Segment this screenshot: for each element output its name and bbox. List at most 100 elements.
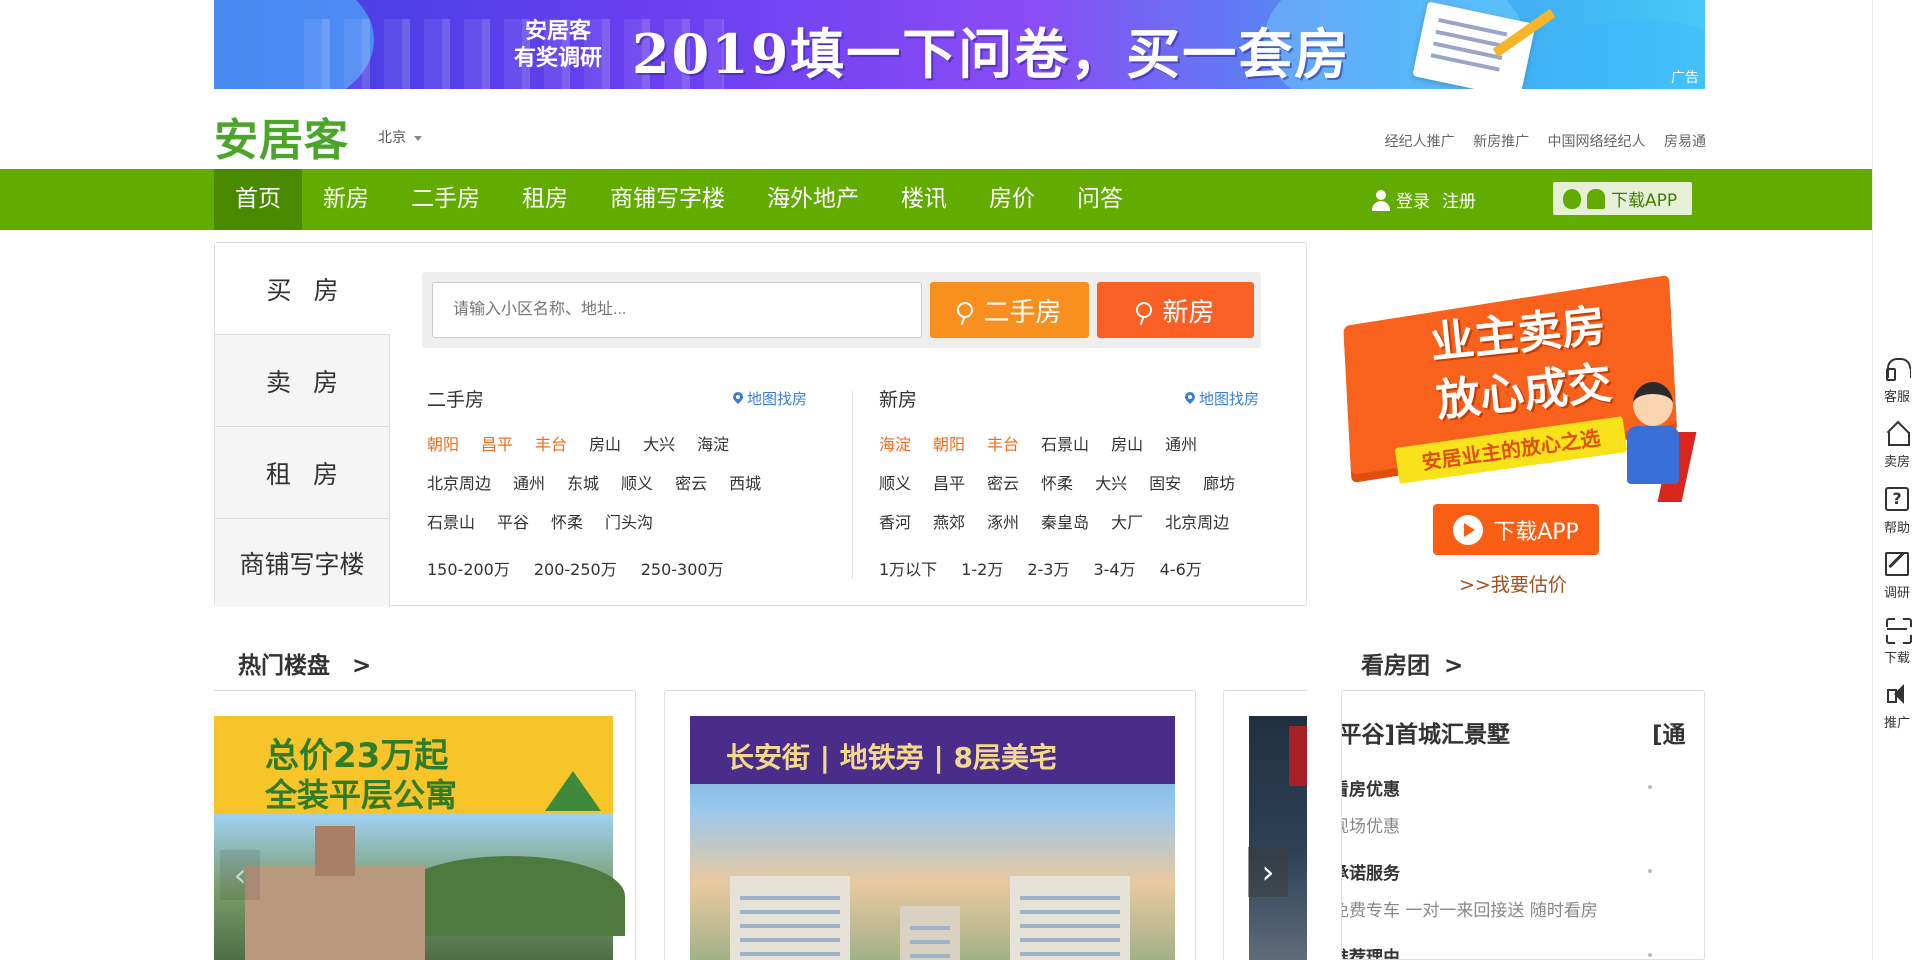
district-link[interactable]: 顺义	[621, 470, 653, 494]
owner-sell-promo[interactable]: 业主卖房 放心成交 安居业主的放心之选	[1341, 274, 1701, 530]
search-second-hand-button[interactable]: 二手房	[930, 282, 1089, 338]
nav-overseas[interactable]: 海外地产	[746, 169, 880, 230]
district-link[interactable]: 房山	[1111, 431, 1143, 455]
sidebar-item-service[interactable]: 客服	[1873, 356, 1920, 420]
viewing-group-card[interactable]: [平谷]首城汇景墅 [通 看房优惠 现场优惠 承诺服务 免费专车 一对一来回接送…	[1341, 690, 1705, 960]
district-link[interactable]: 固安	[1149, 470, 1181, 494]
nav-new-house[interactable]: 新房	[302, 169, 390, 230]
floating-sidebar: 客服 卖房 ? 帮助 调研 下载 推广	[1872, 0, 1920, 960]
listing-card[interactable]	[1223, 690, 1307, 960]
download-app-button[interactable]: 下载APP	[1553, 182, 1692, 215]
sidebar-item-promote[interactable]: 推广	[1873, 682, 1920, 746]
district-link[interactable]: 秦皇岛	[1041, 509, 1089, 533]
search-new-house-button[interactable]: 新房	[1097, 282, 1254, 338]
carousel-next-button[interactable]: ›	[1248, 847, 1288, 897]
nav-commercial[interactable]: 商铺写字楼	[589, 169, 746, 230]
top-link-online-agent[interactable]: 中国网络经纪人	[1548, 134, 1646, 150]
sidebar-item-help[interactable]: ? 帮助	[1873, 487, 1920, 551]
promo-download-app-button[interactable]: 下载APP	[1433, 504, 1599, 555]
district-link[interactable]: 香河	[879, 509, 911, 533]
nav-rent[interactable]: 租房	[501, 169, 589, 230]
price-range-link[interactable]: 150-200万	[427, 556, 510, 580]
estimate-price-link[interactable]: >>我要估价	[1459, 570, 1567, 597]
district-link[interactable]: 顺义	[879, 470, 911, 494]
top-link-agent-promo[interactable]: 经纪人推广	[1385, 134, 1455, 150]
sidebar-item-label: 客服	[1883, 390, 1910, 405]
district-link[interactable]: 门头沟	[605, 509, 653, 533]
hot-listings-heading[interactable]: 热门楼盘 >	[238, 646, 371, 680]
district-link[interactable]: 朝阳	[427, 431, 459, 455]
new-house-map-link[interactable]: 地图找房	[1185, 388, 1259, 409]
district-link[interactable]: 东城	[567, 470, 599, 494]
viewing-group-heading[interactable]: 看房团 >	[1361, 646, 1463, 680]
district-link[interactable]: 丰台	[535, 431, 567, 455]
headset-icon	[1885, 356, 1911, 381]
new-house-column: 新房 地图找房 海淀 朝阳 丰台 石景山 房山 通州 顺义 昌平 密云 怀柔 大…	[879, 386, 1259, 587]
district-link[interactable]: 昌平	[933, 470, 965, 494]
chevron-down-icon	[414, 135, 422, 141]
top-link-new-house-promo[interactable]: 新房推广	[1473, 134, 1529, 150]
price-range-link[interactable]: 1-2万	[961, 556, 1003, 580]
survey-ad-banner[interactable]: 安居客 有奖调研 2019填一下问卷，买一套房 广告	[214, 0, 1705, 89]
price-range-link[interactable]: 4-6万	[1160, 556, 1202, 580]
building-illustration	[730, 876, 850, 960]
district-link[interactable]: 西城	[729, 470, 761, 494]
nav-news[interactable]: 楼讯	[880, 169, 968, 230]
search-input[interactable]	[432, 282, 922, 338]
district-link[interactable]: 丰台	[987, 431, 1019, 455]
district-link[interactable]: 廊坊	[1203, 470, 1235, 494]
district-link[interactable]: 大兴	[643, 431, 675, 455]
price-range-link[interactable]: 250-300万	[641, 556, 724, 580]
tab-rent[interactable]: 租房	[215, 427, 390, 519]
district-link[interactable]: 海淀	[879, 431, 911, 455]
district-link[interactable]: 石景山	[427, 509, 475, 533]
nav-price[interactable]: 房价	[968, 169, 1056, 230]
tab-sell[interactable]: 卖房	[215, 335, 390, 427]
group-listing-name[interactable]: [平谷]首城汇景墅	[1342, 715, 1510, 749]
district-link[interactable]: 北京周边	[1165, 509, 1229, 533]
price-range-link[interactable]: 3-4万	[1093, 556, 1135, 580]
site-logo[interactable]: 安居客	[214, 104, 349, 168]
district-link[interactable]: 朝阳	[933, 431, 965, 455]
tab-commercial[interactable]: 商铺写字楼	[215, 519, 390, 607]
district-link[interactable]: 密云	[675, 470, 707, 494]
page: 安居客 有奖调研 2019填一下问卷，买一套房 广告 安居客 北京 经纪人推广 …	[0, 0, 1920, 960]
listing-card[interactable]: 长安街 | 地铁旁 | 8层美宅	[664, 690, 1196, 960]
sidebar-item-sell[interactable]: 卖房	[1873, 421, 1920, 485]
district-link[interactable]: 怀柔	[551, 509, 583, 533]
register-link[interactable]: 注册	[1442, 187, 1476, 212]
sidebar-item-survey[interactable]: 调研	[1873, 552, 1920, 616]
district-link[interactable]: 大兴	[1095, 470, 1127, 494]
district-link[interactable]: 平谷	[497, 509, 529, 533]
group-block-desc: 现场优惠	[1342, 817, 1400, 837]
district-link[interactable]: 大厂	[1111, 509, 1143, 533]
district-link[interactable]: 涿州	[987, 509, 1019, 533]
top-link-fangyitong[interactable]: 房易通	[1664, 134, 1706, 150]
district-link[interactable]: 燕郊	[933, 509, 965, 533]
nav-second-hand[interactable]: 二手房	[390, 169, 501, 230]
group-listing-name-next[interactable]: [通	[1652, 715, 1686, 749]
district-link[interactable]: 通州	[1165, 431, 1197, 455]
district-link[interactable]: 海淀	[697, 431, 729, 455]
price-range-link[interactable]: 1万以下	[879, 556, 937, 580]
district-link[interactable]: 昌平	[481, 431, 513, 455]
district-link[interactable]: 房山	[589, 431, 621, 455]
nav-qa[interactable]: 问答	[1056, 169, 1144, 230]
district-link[interactable]: 北京周边	[427, 470, 491, 494]
login-link[interactable]: 登录	[1396, 187, 1430, 212]
district-link[interactable]: 密云	[987, 470, 1019, 494]
district-link[interactable]: 石景山	[1041, 431, 1089, 455]
district-link[interactable]: 通州	[513, 470, 545, 494]
price-range-link[interactable]: 2-3万	[1027, 556, 1069, 580]
map-link-label: 地图找房	[746, 389, 807, 408]
district-link[interactable]: 怀柔	[1041, 470, 1073, 494]
carousel-prev-button[interactable]: ‹	[220, 850, 260, 900]
second-hand-map-link[interactable]: 地图找房	[733, 388, 807, 409]
city-selector[interactable]: 北京	[378, 127, 422, 147]
building-illustration	[1010, 876, 1130, 960]
tab-buy[interactable]: 买房	[215, 243, 390, 335]
listing-card[interactable]: 总价23万起 全装平层公寓	[214, 690, 636, 960]
price-range-link[interactable]: 200-250万	[534, 556, 617, 580]
nav-home[interactable]: 首页	[214, 169, 302, 230]
sidebar-item-download[interactable]: 下载	[1873, 617, 1920, 681]
